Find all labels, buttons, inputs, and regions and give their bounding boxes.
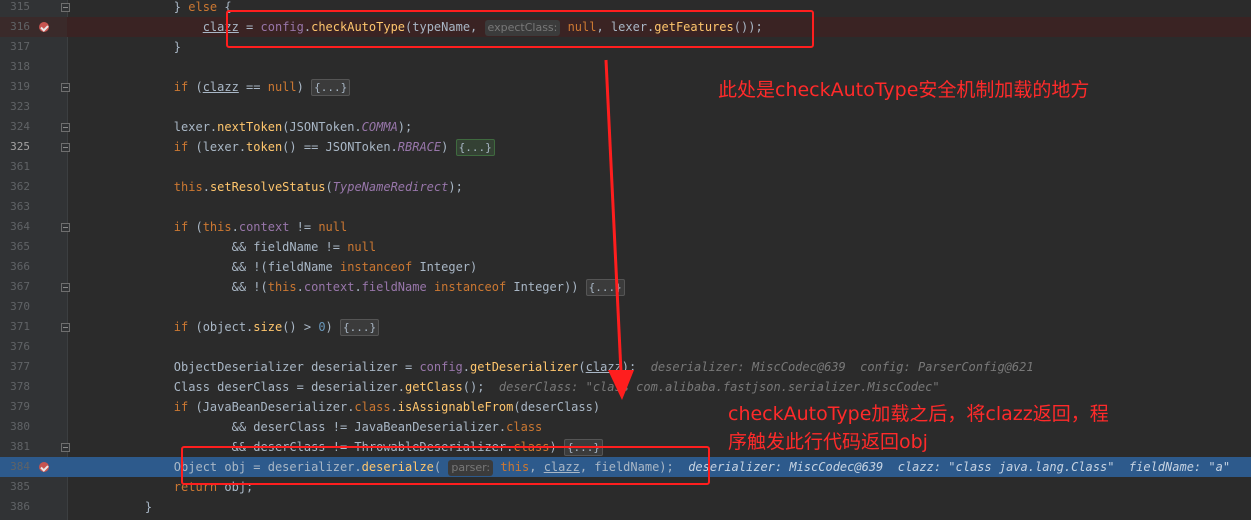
code-editor: 315 } else {316 clazz = config.checkAuto… xyxy=(0,0,1251,520)
annotation-note-2-line-1: checkAutoType加载之后，将clazz返回，程 xyxy=(728,403,1109,425)
annotation-note-2-line-2: 序触发此行代码返回obj xyxy=(728,431,928,453)
annotation-note-2: checkAutoType加载之后，将clazz返回，程 序触发此行代码返回ob… xyxy=(728,400,1109,456)
annotation-note-1: 此处是checkAutoType安全机制加载的地方 xyxy=(718,79,1090,101)
